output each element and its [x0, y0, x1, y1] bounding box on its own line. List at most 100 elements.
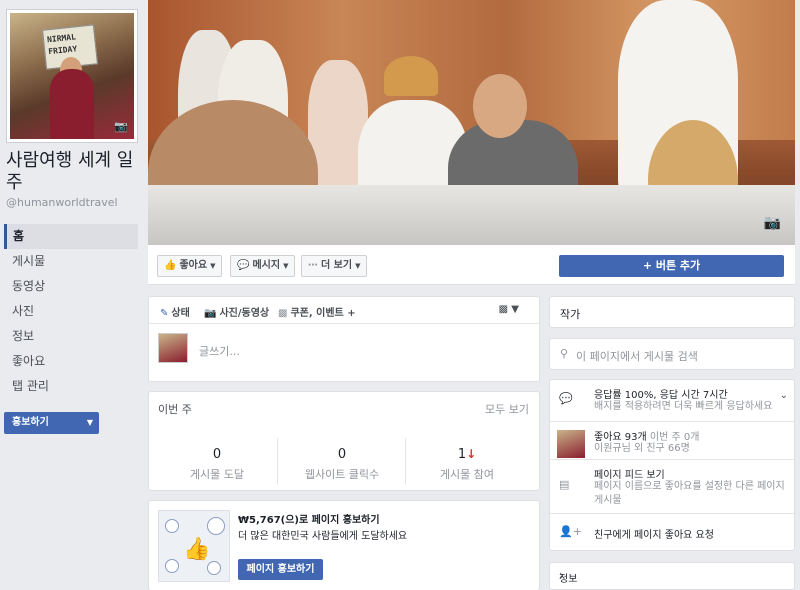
add-friend-icon: 👤+ — [559, 525, 582, 538]
audience-selector[interactable]: ▩ ▼ — [499, 304, 519, 315]
nav-item-posts[interactable]: 게시물 — [4, 249, 138, 274]
search-icon: ⚲ — [560, 347, 569, 360]
response-rate-subtitle: 배지를 적용하려면 더욱 빠르게 응답하세요 — [594, 401, 773, 412]
composer-tab-offer-label: 쿠폰, 이벤트 + — [290, 308, 356, 319]
thumbs-up-icon: 👍 — [183, 537, 211, 562]
composer-tab-photo-label: 사진/동영상 — [219, 308, 270, 319]
nav-item-videos[interactable]: 동영상 — [4, 274, 138, 299]
composer-tab-offer[interactable]: ▩ 쿠폰, 이벤트 + — [278, 304, 356, 319]
stat-value: 1 — [457, 447, 467, 462]
user-icon — [207, 561, 221, 575]
stat-value: 0 — [212, 447, 222, 462]
more-icon: ⋯ — [308, 260, 318, 271]
thumbs-up-icon: 👍 — [164, 260, 177, 271]
profile-image: NIRMAL FRIDAY 📷 — [10, 13, 134, 139]
more-button-label: 더 보기 — [321, 260, 353, 271]
left-sidebar: NIRMAL FRIDAY 📷 사람여행 세계 일주 @humanworldtr… — [0, 0, 148, 590]
arrow-down-icon: ↓ — [466, 447, 477, 461]
likes-row[interactable]: 좋아요 93개 이번 주 0개 이원규님 외 친구 66명 — [550, 422, 794, 460]
search-input[interactable]: 이 페이지에서 게시물 검색 — [576, 348, 698, 364]
user-icon — [165, 559, 179, 573]
stat-post-engagement[interactable]: 1↓ 게시물 참여 — [407, 447, 527, 482]
promote-button-label: 홍보하기 — [12, 417, 49, 428]
promote-title: ₩5,767(으)로 페이지 홍보하기 — [238, 515, 380, 526]
stat-label: 게시물 참여 — [439, 468, 495, 481]
about-card[interactable]: 정보 › — [549, 562, 795, 590]
caret-down-icon: ▼ — [355, 262, 361, 270]
page-post-search[interactable]: ⚲ 이 페이지에서 게시물 검색 — [549, 338, 795, 370]
stat-value: 0 — [337, 447, 347, 462]
nav-item-home[interactable]: 홈 — [4, 224, 138, 249]
nav-item-manage-tabs[interactable]: 탭 관리 — [4, 374, 138, 399]
caret-down-icon: ▼ — [86, 418, 93, 427]
composer-tab-photo[interactable]: 📷 사진/동영상 — [204, 304, 269, 319]
message-button[interactable]: 💬 메시지 ▼ — [230, 255, 296, 277]
cover-photo[interactable]: 📷 — [148, 0, 795, 245]
stat-label: 게시물 도달 — [189, 468, 245, 481]
divider — [405, 438, 406, 484]
this-week-title: 이번 주 — [158, 403, 192, 416]
likes-subtitle: 이원규님 외 친구 66명 — [594, 443, 690, 454]
stat-label: 웹사이트 클릭수 — [304, 468, 380, 481]
profile-picture[interactable]: NIRMAL FRIDAY 📷 — [6, 9, 138, 143]
camera-icon[interactable]: 📷 — [114, 120, 128, 133]
avatar — [557, 430, 585, 458]
composer-tab-status-label: 상태 — [171, 308, 190, 319]
stat-post-reach[interactable]: 0 게시물 도달 — [157, 447, 277, 482]
offer-icon: ▩ — [278, 308, 288, 319]
nav-item-likes[interactable]: 좋아요 — [4, 349, 138, 374]
page-action-bar: 👍 좋아요 ▼ 💬 메시지 ▼ ⋯ 더 보기 ▼ + 버튼 추가 — [148, 245, 795, 285]
user-icon — [207, 517, 225, 535]
composer-tab-status[interactable]: ✎ 상태 — [160, 304, 190, 319]
caret-down-icon: ▼ — [283, 262, 289, 270]
this-week-card: 이번 주 모두 보기 0 게시물 도달 0 웹사이트 클릭수 1↓ 게시물 참여 — [148, 391, 540, 491]
response-rate-title: 응답률 100%, 응답 시간 7시간 — [594, 390, 728, 401]
promote-button[interactable]: 홍보하기 ▼ — [4, 412, 99, 434]
avatar — [158, 333, 188, 363]
page-handle[interactable]: @humanworldtravel — [6, 196, 118, 209]
add-button-label: 버튼 추가 — [655, 259, 701, 272]
caret-down-icon: ▼ — [210, 262, 216, 270]
caret-down-icon: ▼ — [511, 304, 519, 315]
invite-friends-row[interactable]: 👤+ 친구에게 페이지 좋아요 요청 — [550, 514, 794, 551]
page-category-label[interactable]: 작가 — [560, 306, 580, 322]
cover-person — [384, 56, 438, 96]
nav-item-photos[interactable]: 사진 — [4, 299, 138, 324]
nav-item-about[interactable]: 정보 — [4, 324, 138, 349]
stat-website-clicks[interactable]: 0 웹사이트 클릭수 — [282, 447, 402, 482]
message-button-label: 메시지 — [252, 260, 281, 271]
more-button[interactable]: ⋯ 더 보기 ▼ — [301, 255, 368, 277]
divider — [277, 438, 278, 484]
profile-person — [50, 69, 94, 139]
page-category: 작가 — [549, 296, 795, 328]
composer-input[interactable]: 글쓰기... — [199, 343, 240, 359]
plus-icon: + — [642, 259, 656, 272]
like-button[interactable]: 👍 좋아요 ▼ — [157, 255, 223, 277]
page-info-card: 💬 응답률 100%, 응답 시간 7시간 배지를 적용하려면 더욱 빠르게 응… — [549, 379, 795, 551]
like-button-label: 좋아요 — [179, 260, 208, 271]
cover-table — [148, 185, 795, 245]
promote-subtitle: 더 많은 대한민국 사람들에게 도달하세요 — [238, 531, 408, 542]
camera-icon[interactable]: 📷 — [764, 215, 781, 231]
composer-tabs: ✎ 상태 📷 사진/동영상 ▩ 쿠폰, 이벤트 + ▩ ▼ — [149, 297, 539, 324]
user-icon — [165, 519, 179, 533]
post-composer: ✎ 상태 📷 사진/동영상 ▩ 쿠폰, 이벤트 + ▩ ▼ 글쓰기... — [148, 296, 540, 382]
chevron-right-icon[interactable]: › — [559, 568, 786, 582]
promote-graphic: 👍 — [158, 510, 230, 582]
feed-icon: ▤ — [559, 478, 570, 491]
see-all-link[interactable]: 모두 보기 — [485, 401, 529, 417]
camera-icon: 📷 — [204, 308, 217, 319]
chat-bubble-icon: 💬 — [559, 392, 573, 405]
page-title[interactable]: 사람여행 세계 일주 — [6, 150, 142, 194]
invite-friends-label: 친구에게 페이지 좋아요 요청 — [594, 530, 714, 541]
cover-person — [473, 74, 527, 138]
add-button[interactable]: + 버튼 추가 — [559, 255, 784, 277]
promote-page-card: 👍 ₩5,767(으)로 페이지 홍보하기 더 많은 대한민국 사람들에게 도달… — [148, 500, 540, 590]
page-feed-subtitle: 페이지 이름으로 좋아요를 설정한 다른 페이지 게시물 — [594, 481, 785, 506]
page-feed-row[interactable]: ▤ 페이지 피드 보기 페이지 이름으로 좋아요를 설정한 다른 페이지 게시물 — [550, 460, 794, 514]
pencil-icon: ✎ — [160, 308, 169, 319]
page-nav: 홈 게시물 동영상 사진 정보 좋아요 탭 관리 — [4, 224, 138, 399]
chevron-down-icon[interactable]: ⌄ — [780, 390, 788, 401]
response-rate-row[interactable]: 💬 응답률 100%, 응답 시간 7시간 배지를 적용하려면 더욱 빠르게 응… — [550, 380, 794, 422]
promote-page-button[interactable]: 페이지 홍보하기 — [238, 559, 323, 580]
